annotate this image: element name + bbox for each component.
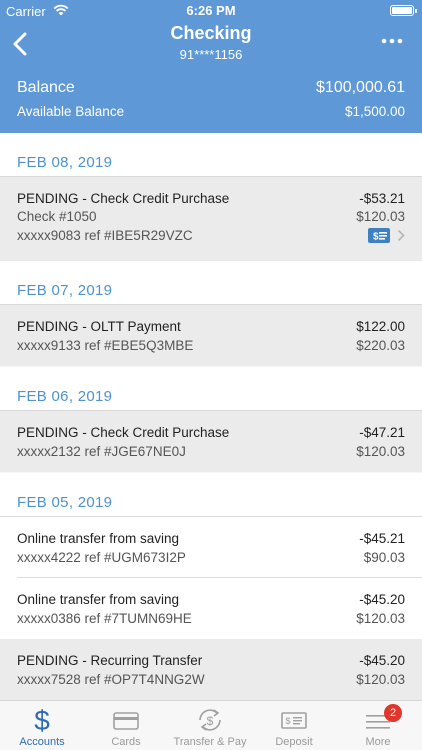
notification-badge: 2 [384, 704, 402, 722]
transaction-amount: -$47.21 [359, 425, 405, 440]
svg-text:$: $ [207, 714, 214, 728]
transaction-amount: $122.00 [356, 319, 405, 334]
battery-icon [390, 5, 417, 16]
transaction-running-balance: $120.03 [356, 209, 405, 224]
svg-text:$: $ [34, 705, 50, 735]
tab-accounts[interactable]: $ Accounts [0, 701, 84, 750]
tab-more[interactable]: 2 More [336, 701, 420, 750]
svg-text:$: $ [373, 232, 379, 243]
transaction-row[interactable]: Online transfer from saving xxxxx4222 re… [0, 517, 422, 578]
transaction-running-balance: $220.03 [356, 338, 405, 353]
check-deposit-icon: $ [281, 712, 307, 729]
transaction-description: PENDING - OLTT Payment [17, 319, 181, 334]
transaction-row[interactable]: PENDING - OLTT Payment xxxxx9133 ref #EB… [0, 305, 422, 366]
transaction-running-balance: $120.03 [356, 611, 405, 626]
date-header: FEB 05, 2019 [0, 473, 422, 517]
transaction-row[interactable]: Online transfer from saving xxxxx0386 re… [0, 578, 422, 639]
card-icon [113, 712, 139, 730]
tab-bar: $ Accounts Cards $ Transfer & Pay $ Depo… [0, 700, 422, 750]
tab-label: Accounts [19, 736, 65, 748]
date-label: FEB 06, 2019 [17, 388, 113, 405]
transaction-reference: xxxxx9083 ref #IBE5R29VZC [17, 228, 193, 243]
transaction-reference: xxxxx9133 ref #EBE5Q3MBE [17, 338, 194, 353]
transaction-description: PENDING - Check Credit Purchase [17, 191, 230, 206]
balance-row: Balance $100,000.61 [0, 79, 422, 101]
transaction-description: PENDING - Recurring Transfer [17, 653, 203, 668]
transaction-running-balance: $120.03 [356, 672, 405, 687]
date-header: FEB 07, 2019 [0, 261, 422, 305]
transaction-running-balance: $90.03 [363, 550, 405, 565]
tab-label: Cards [111, 736, 141, 748]
tab-cards[interactable]: Cards [84, 701, 168, 750]
dollar-icon: $ [34, 705, 50, 735]
date-label: FEB 08, 2019 [17, 154, 113, 171]
tab-transfer-pay[interactable]: $ Transfer & Pay [168, 701, 252, 750]
date-label: FEB 05, 2019 [17, 494, 113, 511]
transaction-amount: -$45.20 [359, 653, 405, 668]
transaction-row[interactable]: PENDING - Check Credit Purchase xxxxx213… [0, 411, 422, 472]
account-header: Carrier 6:26 PM Checking 91****1156 Bala… [0, 0, 422, 133]
transaction-description: PENDING - Check Credit Purchase [17, 425, 230, 440]
chevron-right-icon [397, 229, 405, 242]
transaction-row[interactable]: PENDING - Check Credit Purchase Check #1… [0, 177, 422, 261]
transaction-running-balance: $120.03 [356, 444, 405, 459]
transaction-check-number: Check #1050 [17, 209, 97, 224]
check-image-icon[interactable]: $ [368, 228, 390, 243]
transaction-amount: -$53.21 [359, 191, 405, 206]
tab-label: Deposit [275, 736, 313, 748]
date-header: FEB 06, 2019 [0, 367, 422, 411]
transaction-amount: -$45.21 [359, 531, 405, 546]
balance-label: Balance [17, 79, 75, 96]
tab-label: More [365, 736, 391, 748]
tab-deposit[interactable]: $ Deposit [252, 701, 336, 750]
transaction-reference: xxxxx2132 ref #JGE67NE0J [17, 444, 186, 459]
transaction-list[interactable]: FEB 08, 2019 PENDING - Check Credit Purc… [0, 133, 422, 700]
account-number: 91****1156 [179, 47, 243, 62]
transfer-icon: $ [199, 709, 221, 731]
date-label: FEB 07, 2019 [17, 282, 113, 299]
transaction-amount: -$45.20 [359, 592, 405, 607]
available-balance-label: Available Balance [17, 104, 125, 119]
available-balance-row: Available Balance $1,500.00 [0, 104, 422, 122]
transaction-reference: xxxxx4222 ref #UGM673I2P [17, 550, 186, 565]
svg-text:$: $ [285, 716, 290, 726]
transaction-reference: xxxxx0386 ref #7TUMN69HE [17, 611, 192, 626]
page-title: Checking [170, 23, 252, 43]
more-options-icon[interactable] [380, 36, 404, 46]
transaction-description: Online transfer from saving [17, 592, 180, 607]
tab-label: Transfer & Pay [173, 736, 247, 748]
transaction-reference: xxxxx7528 ref #OP7T4NNG2W [17, 672, 205, 687]
transaction-row[interactable]: PENDING - Recurring Transfer xxxxx7528 r… [0, 639, 422, 700]
balance-value: $100,000.61 [316, 79, 405, 96]
available-balance-value: $1,500.00 [344, 104, 405, 119]
status-bar: Carrier 6:26 PM [0, 0, 422, 22]
clock: 6:26 PM [186, 3, 236, 18]
transaction-description: Online transfer from saving [17, 531, 180, 546]
date-header: FEB 08, 2019 [0, 133, 422, 177]
